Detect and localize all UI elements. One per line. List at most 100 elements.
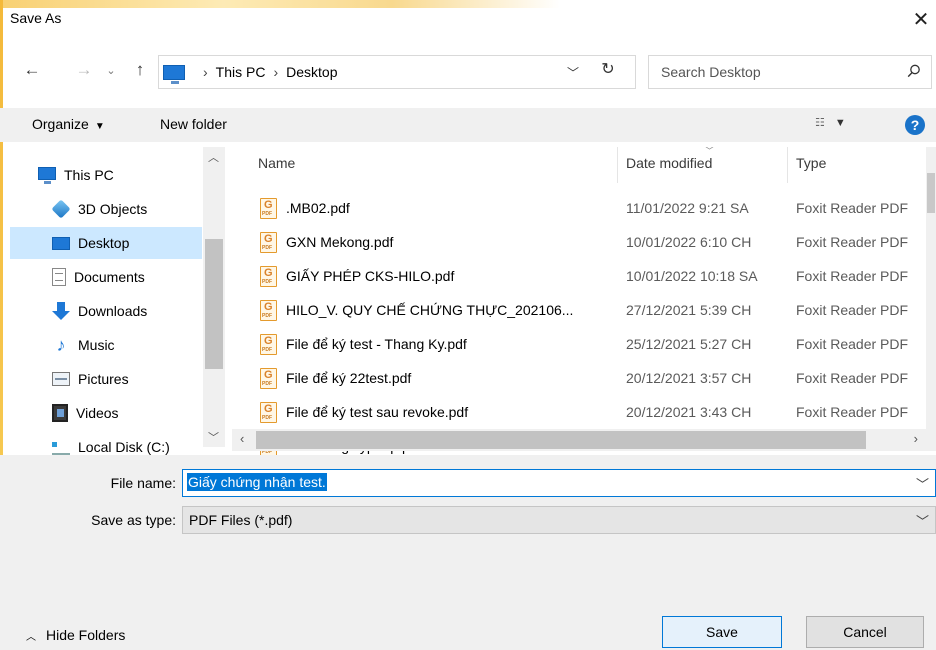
- scroll-down-icon[interactable]: ﹀: [208, 429, 219, 445]
- new-folder-button[interactable]: New folder: [160, 116, 227, 132]
- help-icon[interactable]: ?: [905, 115, 925, 135]
- scrollbar-thumb[interactable]: [927, 173, 935, 213]
- sidebar-item-downloads[interactable]: Downloads: [10, 295, 202, 327]
- file-name-input[interactable]: Giấy chứng nhận test.: [187, 473, 327, 491]
- music-icon: ♪: [56, 335, 66, 355]
- title-bar: Save As ✕: [0, 0, 936, 40]
- file-row[interactable]: HILO_V. QUY CHẾ CHỨNG THỰC_202106... 27/…: [232, 294, 936, 328]
- file-date: 10/01/2022 6:10 CH: [626, 234, 752, 250]
- file-type: Foxit Reader PDF: [796, 302, 909, 318]
- arrow-right-icon: →: [75, 60, 93, 79]
- file-date: 20/12/2021 3:43 CH: [626, 404, 752, 420]
- arrow-left-icon: ←: [23, 60, 41, 79]
- file-date: 25/12/2021 5:27 CH: [626, 336, 752, 352]
- file-list-vertical-scrollbar[interactable]: [926, 147, 936, 429]
- back-button[interactable]: ←: [20, 58, 44, 82]
- sidebar-item-label: 3D Objects: [78, 201, 148, 217]
- file-row[interactable]: File để ký test sau revoke.pdf 20/12/202…: [232, 396, 936, 430]
- pdf-file-icon: [260, 334, 277, 355]
- chevron-down-icon[interactable]: ﹀: [916, 511, 929, 530]
- forward-button[interactable]: →: [72, 58, 96, 82]
- pdf-file-icon: [260, 368, 277, 389]
- organize-button[interactable]: Organize ▼: [32, 116, 105, 132]
- navigation-row: ← → ⌄ ↑ › This PC › Desktop ﹀ ↻ Search D…: [0, 52, 936, 90]
- navigation-pane: This PC 3D Objects Desktop Documents Dow…: [0, 147, 228, 455]
- search-icon: [907, 64, 920, 78]
- arrow-up-icon: ↑: [135, 60, 145, 79]
- pdf-file-icon: [260, 300, 277, 321]
- file-name: GIẤY PHÉP CKS-HILO.pdf: [286, 268, 455, 284]
- sidebar-item-this-pc[interactable]: This PC: [10, 159, 202, 191]
- file-row[interactable]: .MB02.pdf 11/01/2022 9:21 SA Foxit Reade…: [232, 192, 936, 226]
- scroll-left-icon[interactable]: ‹: [240, 431, 244, 446]
- file-name: HILO_V. QUY CHẾ CHỨNG THỰC_202106...: [286, 302, 574, 318]
- caret-down-icon: ▼: [94, 121, 105, 132]
- pdf-file-icon: [260, 232, 277, 253]
- save-as-type-select[interactable]: PDF Files (*.pdf) ﹀: [182, 506, 936, 534]
- sidebar-item-label: Music: [78, 337, 115, 353]
- sidebar-item-desktop[interactable]: Desktop: [10, 227, 202, 259]
- up-button[interactable]: ↑: [128, 58, 152, 82]
- sidebar-item-local-disk[interactable]: Local Disk (C:): [10, 431, 202, 455]
- refresh-icon: ↻: [601, 61, 615, 78]
- sidebar-item-3d-objects[interactable]: 3D Objects: [10, 193, 202, 225]
- file-type: Foxit Reader PDF: [796, 268, 909, 284]
- address-dropdown-icon[interactable]: ﹀: [567, 64, 579, 81]
- file-type: Foxit Reader PDF: [796, 336, 909, 352]
- search-box[interactable]: Search Desktop: [648, 55, 932, 89]
- file-list-horizontal-scrollbar[interactable]: ‹ ›: [232, 429, 936, 451]
- file-name: File để ký test - Thang Ky.pdf: [286, 336, 467, 352]
- file-date: 11/01/2022 9:21 SA: [626, 200, 749, 216]
- cancel-button[interactable]: Cancel: [806, 616, 924, 648]
- scrollbar-thumb[interactable]: [205, 239, 223, 369]
- sidebar-item-label: Videos: [76, 405, 119, 421]
- recent-locations-button[interactable]: ⌄: [99, 58, 123, 82]
- change-view-button[interactable]: ☷ ▼: [815, 116, 846, 130]
- details-view-icon: ☷: [815, 117, 825, 129]
- close-button[interactable]: ✕: [906, 4, 936, 34]
- address-bar[interactable]: › This PC › Desktop ﹀: [158, 55, 636, 89]
- sidebar-item-music[interactable]: ♪ Music: [10, 329, 202, 361]
- file-name: File để ký test sau revoke.pdf: [286, 404, 469, 420]
- navigation-scrollbar[interactable]: ︿ ﹀: [203, 147, 225, 447]
- close-icon: ✕: [912, 8, 930, 31]
- file-row[interactable]: GXN Mekong.pdf 10/01/2022 6:10 CH Foxit …: [232, 226, 936, 260]
- sidebar-item-videos[interactable]: Videos: [10, 397, 202, 429]
- file-row[interactable]: File để ký test - Thang Ky.pdf 25/12/202…: [232, 328, 936, 362]
- caret-down-icon: ▼: [834, 116, 846, 129]
- file-name-label: File name:: [110, 475, 176, 491]
- file-date: 27/12/2021 5:39 CH: [626, 302, 752, 318]
- scrollbar-thumb[interactable]: [256, 431, 866, 449]
- column-divider[interactable]: [787, 147, 788, 183]
- desktop-icon: [52, 236, 70, 250]
- file-row[interactable]: File để ký 22test.pdf 20/12/2021 3:57 CH…: [232, 362, 936, 396]
- sidebar-item-pictures[interactable]: Pictures: [10, 363, 202, 395]
- column-type[interactable]: Type: [796, 155, 826, 171]
- scroll-up-icon[interactable]: ︿: [208, 149, 219, 165]
- organize-label: Organize: [32, 116, 89, 132]
- chevron-up-icon: ︿: [26, 631, 36, 643]
- file-date: 10/01/2022 10:18 SA: [626, 268, 758, 284]
- sidebar-item-documents[interactable]: Documents: [10, 261, 202, 293]
- column-header: Name ﹀ Date modified Type: [232, 147, 936, 185]
- chevron-down-icon: ⌄: [106, 64, 116, 77]
- save-button[interactable]: Save: [662, 616, 782, 648]
- breadcrumb-this-pc[interactable]: This PC: [216, 64, 266, 80]
- column-divider[interactable]: [617, 147, 618, 183]
- save-as-dialog: Save As ✕ ← → ⌄ ↑ › This PC › Desktop ﹀ …: [0, 0, 936, 650]
- hide-folders-button[interactable]: ︿ Hide Folders: [26, 627, 125, 643]
- chevron-down-icon[interactable]: ﹀: [916, 474, 929, 493]
- column-name[interactable]: Name: [258, 155, 295, 171]
- file-type: Foxit Reader PDF: [796, 234, 909, 250]
- column-date-modified[interactable]: Date modified: [626, 155, 712, 171]
- refresh-button[interactable]: ↻: [596, 57, 620, 81]
- file-row[interactable]: GIẤY PHÉP CKS-HILO.pdf 10/01/2022 10:18 …: [232, 260, 936, 294]
- documents-icon: [52, 268, 66, 286]
- sidebar-item-label: Pictures: [78, 371, 129, 387]
- pc-icon: [38, 167, 56, 184]
- file-name-field[interactable]: Giấy chứng nhận test. ﹀: [182, 469, 936, 497]
- sidebar-item-label: Downloads: [78, 303, 148, 319]
- breadcrumb-desktop[interactable]: Desktop: [286, 64, 337, 80]
- scroll-right-icon[interactable]: ›: [914, 431, 918, 446]
- search-input[interactable]: Search Desktop: [661, 64, 761, 80]
